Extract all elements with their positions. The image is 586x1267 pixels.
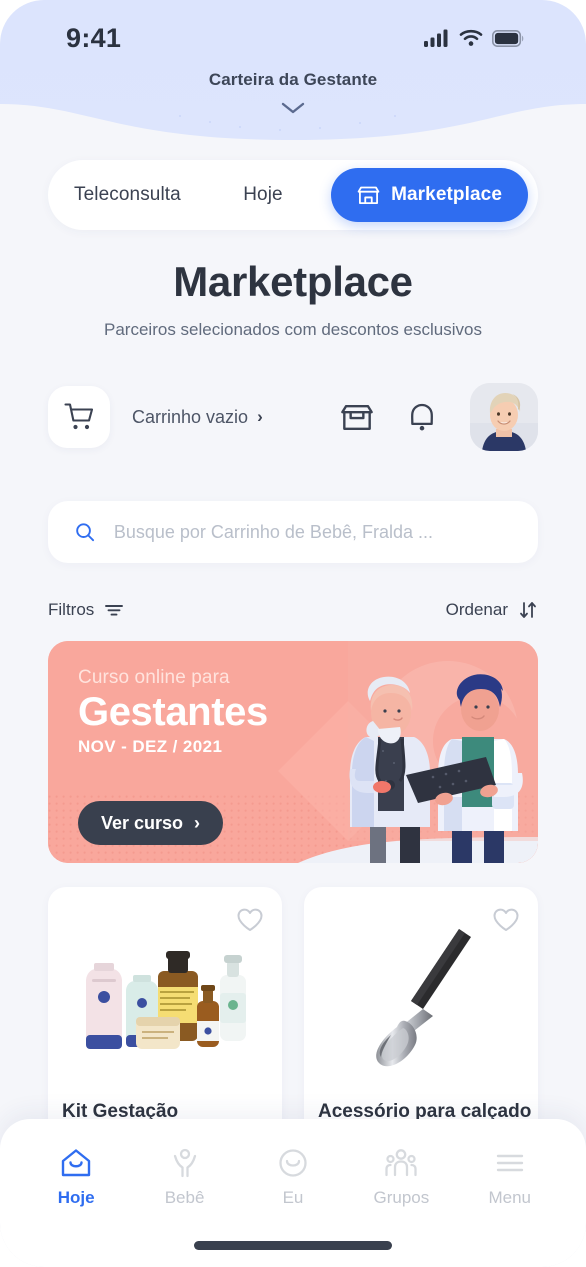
notifications-button[interactable]	[408, 402, 436, 433]
product-card[interactable]: Kit Gestação	[48, 887, 282, 1137]
chevron-right-icon: ›	[194, 812, 201, 833]
store-icon	[341, 404, 373, 430]
product-grid: Kit Gestação Acessório para calçado	[48, 887, 538, 1137]
filter-sort-row: Filtros Ordenar	[48, 595, 538, 625]
nav-label: Grupos	[373, 1188, 430, 1207]
notification-bell-icon	[411, 403, 433, 430]
course-banner[interactable]: Curso online para Gestantes NOV - DEZ / …	[48, 641, 538, 863]
tab-hoje[interactable]: Hoje	[229, 168, 296, 222]
filters-label: Filtros	[48, 600, 95, 619]
banner-title: Gestantes	[78, 690, 268, 734]
chevron-right-icon: ›	[257, 407, 263, 426]
view-course-button[interactable]: Ver curso ›	[78, 801, 224, 845]
shoe-horn-image	[376, 929, 471, 1067]
bottom-navigation-bar: Hoje Bebê Eu Grupos Menu	[0, 1119, 586, 1267]
hamburger-menu-icon	[496, 1154, 523, 1172]
nav-label: Menu	[488, 1188, 532, 1207]
tab-teleconsulta[interactable]: Teleconsulta	[60, 168, 195, 222]
nav-item-menu[interactable]: Menu	[464, 1147, 556, 1208]
search-icon	[76, 523, 95, 542]
status-bar: 9:41	[0, 16, 586, 60]
cart-status-link[interactable]: Carrinho vazio ›	[132, 407, 263, 428]
search-bar[interactable]	[48, 501, 538, 563]
filters-button[interactable]: Filtros	[48, 600, 124, 620]
people-group-icon	[385, 1149, 418, 1177]
header-title: Carteira da Gestante	[208, 70, 378, 89]
nav-item-grupos[interactable]: Grupos	[355, 1147, 447, 1208]
user-avatar-image	[470, 383, 538, 451]
avatar[interactable]	[470, 383, 538, 451]
chevron-down-icon	[281, 102, 305, 114]
nav-item-hoje[interactable]: Hoje	[30, 1147, 122, 1208]
banner-text-block: Curso online para Gestantes NOV - DEZ / …	[78, 667, 268, 757]
nav-label: Hoje	[57, 1188, 95, 1207]
heart-outline-icon	[237, 908, 263, 931]
section-tab-bar: Teleconsulta Hoje Marketplace	[48, 160, 538, 230]
nav-label: Eu	[282, 1188, 304, 1207]
product-card[interactable]: Acessório para calçado	[304, 887, 538, 1137]
nav-item-eu[interactable]: Eu	[247, 1147, 339, 1208]
cart-status-label: Carrinho vazio	[132, 406, 249, 427]
tab-marketplace[interactable]: Marketplace	[331, 168, 528, 222]
pregnancy-cosmetics-kit-image	[86, 951, 246, 1049]
sort-label: Ordenar	[445, 600, 508, 619]
view-course-label: Ver curso	[101, 812, 184, 833]
page-subtitle: Parceiros selecionados com descontos esc…	[104, 320, 482, 339]
favorite-button[interactable]	[492, 907, 520, 938]
bottom-nav-items: Hoje Bebê Eu Grupos Menu	[0, 1119, 586, 1208]
nav-label: Bebê	[164, 1188, 205, 1207]
nav-item-bebe[interactable]: Bebê	[139, 1147, 231, 1208]
cellular-signal-icon	[424, 29, 448, 47]
cart-action-row: Carrinho vazio ›	[48, 383, 538, 451]
battery-icon	[492, 29, 524, 47]
sort-button[interactable]: Ordenar	[446, 600, 538, 620]
header-expand-button[interactable]	[0, 100, 586, 121]
page-title: Marketplace	[173, 258, 413, 305]
status-time: 9:41	[66, 22, 122, 53]
status-indicators	[424, 29, 524, 47]
wifi-icon	[459, 29, 483, 46]
shopping-cart-icon	[64, 403, 94, 430]
home-indicator[interactable]	[194, 1241, 392, 1250]
store-icon	[357, 186, 380, 204]
sort-arrows-icon	[520, 602, 536, 618]
heart-outline-icon	[493, 908, 519, 931]
tab-label: Marketplace	[391, 184, 502, 205]
home-icon	[61, 1149, 91, 1177]
filter-icon	[105, 605, 124, 616]
baby-icon	[173, 1148, 196, 1178]
store-button[interactable]	[340, 402, 374, 433]
tab-label: Teleconsulta	[74, 184, 181, 205]
phone-screen: 9:41 Carteira da Gestante Teleconsulta H…	[0, 0, 586, 1267]
search-input[interactable]	[113, 521, 512, 543]
favorite-button[interactable]	[236, 907, 264, 938]
banner-dates: NOV - DEZ / 2021	[78, 736, 223, 756]
tab-label: Hoje	[243, 184, 283, 205]
cart-button[interactable]	[48, 386, 110, 448]
banner-kicker: Curso online para	[78, 667, 230, 688]
smiley-face-icon	[279, 1149, 307, 1177]
